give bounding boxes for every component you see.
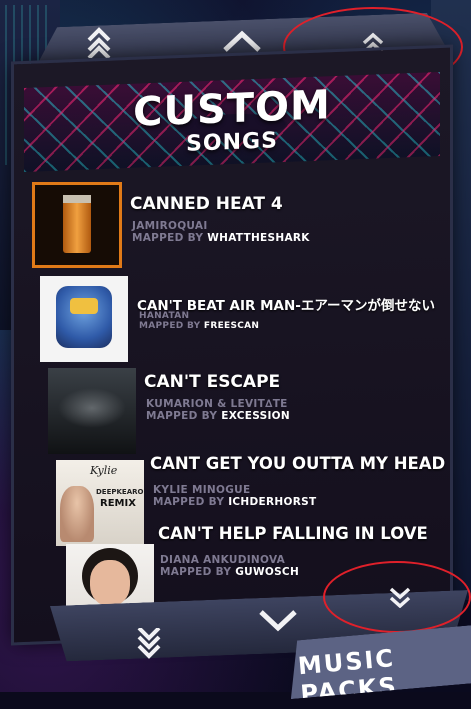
album-cover: Kylie DEEPKEARO REMIX [56, 460, 144, 546]
mapper-name: WHATTHESHARK [207, 232, 310, 244]
custom-songs-header: CUSTOM SONGS [24, 72, 440, 172]
mapper-name: EXCESSION [221, 410, 290, 422]
chevron-down-icon [259, 610, 297, 632]
song-title: CANT GET YOU OUTTA MY HEAD [150, 454, 446, 473]
song-mapper-line: MAPPED BY FREESCAN [139, 320, 259, 333]
double-chevron-up-icon [87, 27, 111, 60]
mapped-by-label: MAPPED BY [146, 410, 218, 422]
page-down-button[interactable] [258, 608, 298, 635]
mapped-by-label: MAPPED BY [160, 566, 232, 578]
mapper-name: FREESCAN [203, 321, 260, 331]
page-up-button[interactable] [222, 30, 262, 57]
cover-text: DEEPKEARO [96, 488, 144, 496]
song-row[interactable]: CAN'T BEAT AIR MAN-エアーマンが倒せない HANATAN MA… [0, 274, 436, 362]
mapped-by-label: MAPPED BY [139, 321, 201, 331]
album-cover [32, 182, 122, 268]
mapped-by-label: MAPPED BY [153, 496, 225, 508]
song-mapper-line: MAPPED BY WHATTHESHARK [132, 232, 310, 245]
mapped-by-label: MAPPED BY [132, 232, 204, 244]
song-mapper-line: MAPPED BY EXCESSION [146, 410, 290, 423]
album-cover [48, 368, 136, 454]
mapper-name: ICHDERHORST [228, 496, 317, 508]
song-row[interactable]: CANNED HEAT 4 JAMIROQUAI MAPPED BY WHATT… [0, 180, 436, 268]
chevron-up-icon [223, 30, 261, 52]
music-packs-label: MUSIC PACKS [296, 644, 399, 709]
song-title: CAN'T HELP FALLING IN LOVE [158, 524, 428, 543]
page-down-fast-button[interactable] [134, 626, 164, 663]
song-row[interactable]: CAN'T ESCAPE KUMARION & LEVIT∆TE MAPPED … [0, 366, 436, 454]
mapper-name: GUWOSCH [235, 566, 300, 578]
song-title: CAN'T ESCAPE [144, 372, 281, 392]
song-title: CANNED HEAT 4 [130, 194, 283, 214]
cover-text: REMIX [100, 498, 136, 509]
song-mapper-line: MAPPED BY ICHDERHORST [153, 496, 316, 509]
page-up-fast-button[interactable] [84, 26, 114, 63]
highlight-circle-bottom [323, 561, 471, 633]
double-chevron-down-icon [137, 626, 161, 659]
song-mapper-line: MAPPED BY GUWOSCH [160, 566, 299, 579]
cover-text: Kylie [90, 464, 118, 477]
album-cover [40, 276, 128, 362]
